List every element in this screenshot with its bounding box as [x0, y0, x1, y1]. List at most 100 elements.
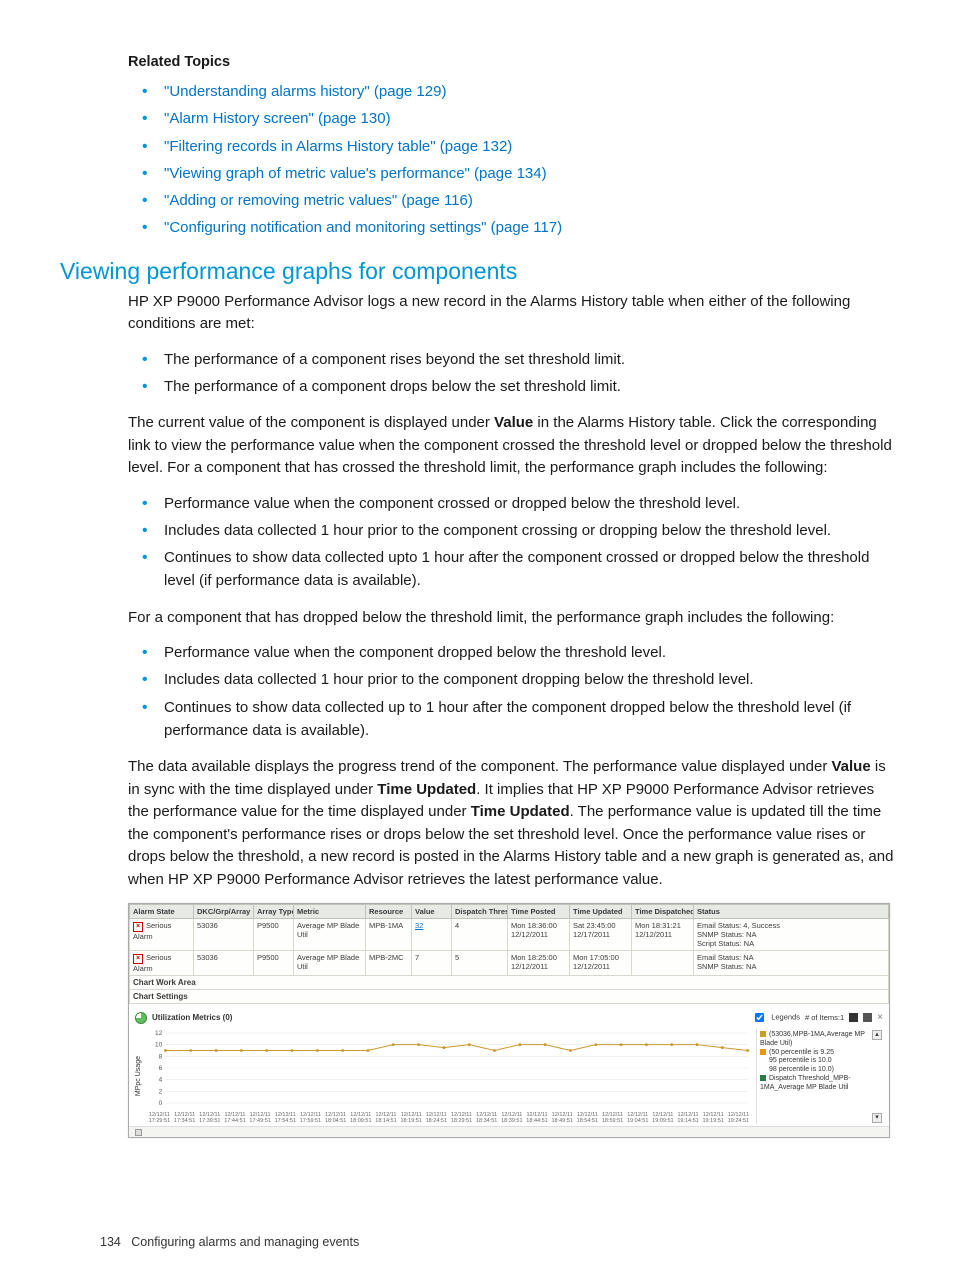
col-array-type[interactable]: Array Type	[254, 905, 294, 919]
table-row[interactable]: ×Serious Alarm 53036 P9500 Average MP Bl…	[130, 919, 889, 951]
serious-alarm-icon: ×	[133, 922, 143, 932]
cell-status: Email Status: 4, Success SNMP Status: NA…	[694, 919, 889, 951]
dropped-0: Performance value when the component dro…	[164, 644, 666, 661]
col-dkc[interactable]: DKC/Grp/Array …	[194, 905, 254, 919]
legend-item: (50 percentile is 9.25	[760, 1049, 880, 1058]
cell-dthres: 5	[452, 951, 508, 976]
bold-tu-1: Time Updated	[377, 781, 476, 798]
legend-item: 95 percentile is 10.0	[760, 1057, 880, 1066]
table-header-row: Alarm State DKC/Grp/Array … Array Type M…	[130, 905, 889, 919]
bold-tu-2: Time Updated	[471, 803, 570, 820]
chapter-title: Configuring alarms and managing events	[131, 1235, 359, 1249]
grid-icon[interactable]	[849, 1013, 858, 1022]
serious-alarm-icon: ×	[133, 954, 143, 964]
svg-text:6: 6	[159, 1065, 163, 1072]
page-number: 134	[100, 1235, 121, 1249]
dropped-2: Continues to show data collected up to 1…	[164, 699, 851, 739]
value-para: The current value of the component is di…	[128, 412, 894, 480]
cell-dkc: 53036	[194, 951, 254, 976]
legends-toggle[interactable]: Legends	[749, 1008, 800, 1027]
cell-metric: Average MP Blade Util	[294, 951, 366, 976]
legend-item: 98 percentile is 10.0)	[760, 1066, 880, 1075]
trend-para: The data available displays the progress…	[128, 756, 894, 891]
dropped-intro: For a component that has dropped below t…	[128, 607, 894, 630]
refresh-icon[interactable]	[135, 1012, 147, 1024]
cell-res: MPB-2MC	[366, 951, 412, 976]
related-topics-heading: Related Topics	[128, 54, 894, 70]
scrollbar-thumb-icon[interactable]	[135, 1129, 142, 1136]
utilization-chart: 0 2 4 6 8 10 12	[146, 1029, 752, 1107]
page-footer: 134 Configuring alarms and managing even…	[100, 1235, 359, 1249]
col-resource[interactable]: Resource	[366, 905, 412, 919]
related-link-4[interactable]: "Adding or removing metric values" (page…	[164, 192, 473, 209]
chart-legend: ▴ (53036,MPB-1MA,Average MP Blade Util)(…	[756, 1029, 883, 1124]
col-status[interactable]: Status	[694, 905, 889, 919]
col-dispatch-thres[interactable]: Dispatch Thres…	[452, 905, 508, 919]
section-heading: Viewing performance graphs for component…	[60, 258, 894, 285]
cell-tupd: Sat 23:45:00 12/17/2011	[570, 919, 632, 951]
close-icon[interactable]: ×	[877, 1012, 883, 1023]
svg-text:0: 0	[159, 1100, 163, 1107]
cond-1: The performance of a component drops bel…	[164, 378, 621, 395]
legends-label: Legends	[771, 1012, 800, 1021]
related-link-5[interactable]: "Configuring notification and monitoring…	[164, 219, 562, 236]
col-time-posted[interactable]: Time Posted	[508, 905, 570, 919]
alarms-history-table: Alarm State DKC/Grp/Array … Array Type M…	[129, 904, 889, 1004]
related-link-3[interactable]: "Viewing graph of metric value's perform…	[164, 165, 547, 182]
col-time-updated[interactable]: Time Updated	[570, 905, 632, 919]
tab-chart-work-area[interactable]: Chart Work Area	[130, 976, 889, 990]
save-icon[interactable]	[863, 1013, 872, 1022]
related-topics-list: "Understanding alarms history" (page 129…	[128, 80, 894, 240]
dropped-list: Performance value when the component dro…	[128, 641, 894, 742]
value-link[interactable]: 32	[415, 921, 423, 930]
related-link-1[interactable]: "Alarm History screen" (page 130)	[164, 110, 391, 127]
crossed-1: Includes data collected 1 hour prior to …	[164, 522, 831, 539]
intro-para: HP XP P9000 Performance Advisor logs a n…	[128, 291, 894, 336]
chart-title: Utilization Metrics (0)	[152, 1013, 232, 1022]
cell-value: 7	[415, 953, 419, 962]
bold-value-1: Value	[494, 414, 533, 431]
legend-item: Dispatch Threshold_MPB-1MA_Average MP Bl…	[760, 1075, 880, 1093]
bold-value-2: Value	[831, 758, 870, 775]
col-metric[interactable]: Metric	[294, 905, 366, 919]
cell-dkc: 53036	[194, 919, 254, 951]
dropped-1: Includes data collected 1 hour prior to …	[164, 671, 754, 688]
cell-dthres: 4	[452, 919, 508, 951]
cell-tdisp: Mon 18:31:21 12/12/2011	[632, 919, 694, 951]
svg-text:2: 2	[159, 1089, 163, 1096]
related-link-0[interactable]: "Understanding alarms history" (page 129…	[164, 83, 446, 100]
cell-atype: P9500	[254, 951, 294, 976]
col-alarm-state[interactable]: Alarm State	[130, 905, 194, 919]
crossed-2: Continues to show data collected upto 1 …	[164, 549, 869, 589]
related-link-2[interactable]: "Filtering records in Alarms History tab…	[164, 138, 512, 155]
cell-atype: P9500	[254, 919, 294, 951]
cell-tdisp	[632, 951, 694, 976]
conditions-list: The performance of a component rises bey…	[128, 348, 894, 399]
col-value[interactable]: Value	[412, 905, 452, 919]
cell-tposted: Mon 18:25:00 12/12/2011	[508, 951, 570, 976]
svg-text:8: 8	[159, 1054, 163, 1061]
cell-metric: Average MP Blade Util	[294, 919, 366, 951]
items-count: # of Items:1	[805, 1013, 844, 1022]
legend-item: (53036,MPB-1MA,Average MP Blade Util)	[760, 1031, 880, 1049]
table-row[interactable]: ×Serious Alarm 53036 P9500 Average MP Bl…	[130, 951, 889, 976]
crossed-list: Performance value when the component cro…	[128, 492, 894, 593]
text-frag: The data available displays the progress…	[128, 758, 831, 775]
legend-scroll-down-icon[interactable]: ▾	[872, 1113, 882, 1123]
x-axis-labels: 12/12/1117:29:5112/12/1117:34:5112/12/11…	[146, 1112, 752, 1124]
col-time-dispatched[interactable]: Time Dispatched	[632, 905, 694, 919]
horizontal-scrollbar[interactable]	[129, 1126, 889, 1137]
cell-status: Email Status: NA SNMP Status: NA	[694, 951, 889, 976]
cell-tupd: Mon 17:05:00 12/12/2011	[570, 951, 632, 976]
legend-scroll-up-icon[interactable]: ▴	[872, 1030, 882, 1040]
y-axis-label: MPpc Usage	[135, 1029, 142, 1124]
svg-text:4: 4	[159, 1077, 163, 1084]
chart-panel: Utilization Metrics (0) Legends # of Ite…	[129, 1004, 889, 1126]
svg-text:12: 12	[155, 1030, 163, 1037]
tab-chart-settings[interactable]: Chart Settings	[130, 990, 889, 1004]
alarms-history-figure: Alarm State DKC/Grp/Array … Array Type M…	[128, 903, 890, 1138]
crossed-0: Performance value when the component cro…	[164, 495, 740, 512]
cond-0: The performance of a component rises bey…	[164, 351, 625, 368]
svg-text:10: 10	[155, 1042, 163, 1049]
cell-tposted: Mon 18:36:00 12/12/2011	[508, 919, 570, 951]
